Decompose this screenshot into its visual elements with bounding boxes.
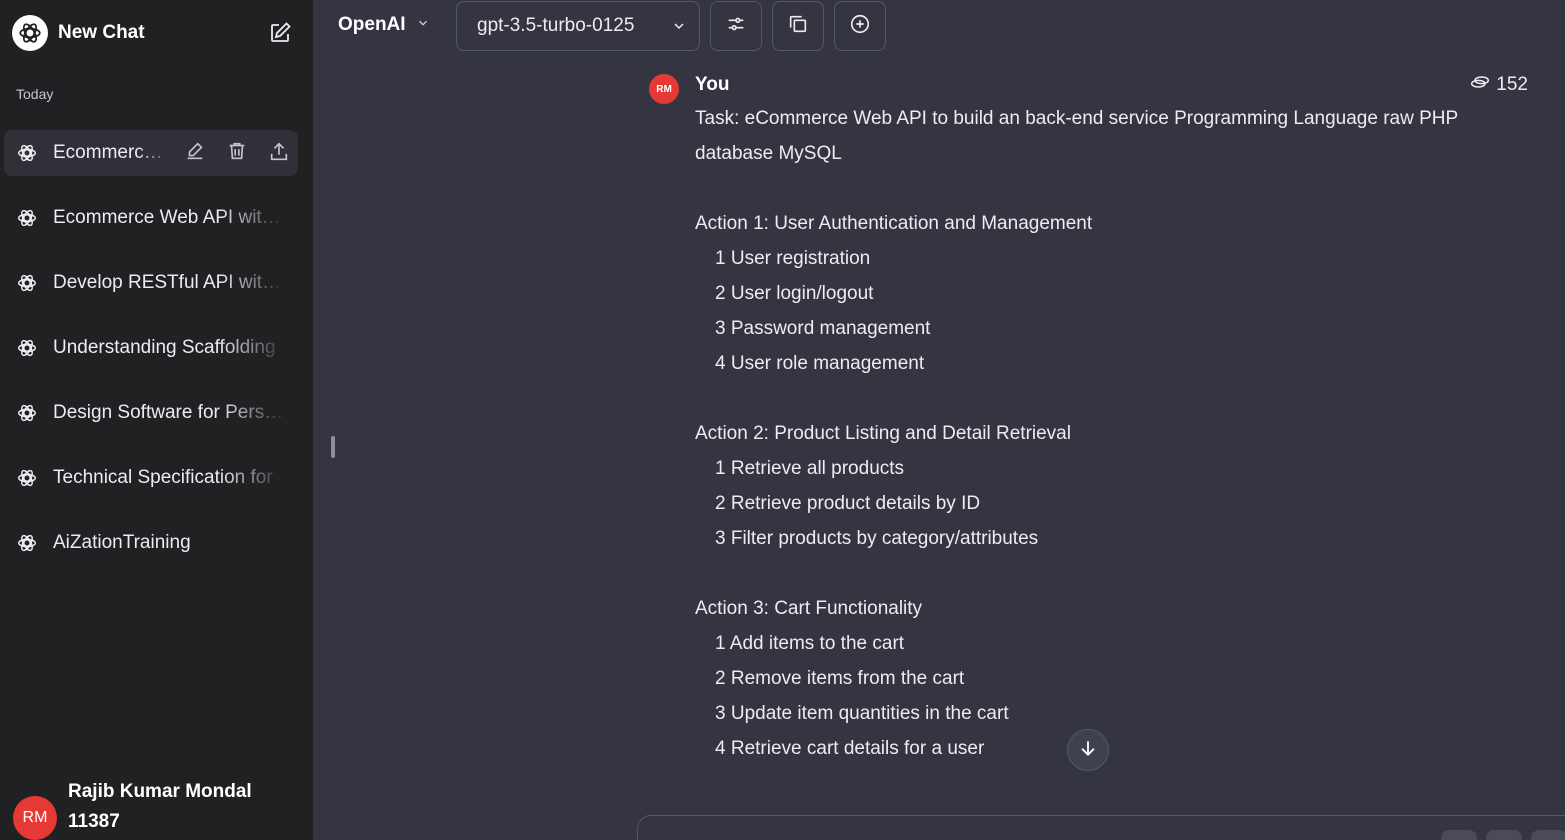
message-line: 1 Retrieve all products (715, 458, 905, 479)
conversation-item-active[interactable]: Ecommerce Web API with PHP (4, 130, 298, 176)
conversation-label: Understanding Scaffolding (53, 337, 276, 358)
openai-icon (16, 337, 38, 359)
plus-circle-icon (849, 13, 871, 40)
message-line: 3 Filter products by category/attributes (715, 528, 1039, 549)
openai-icon (16, 467, 38, 489)
scroll-to-bottom-button[interactable] (1067, 729, 1109, 771)
chevron-down-icon (671, 18, 687, 39)
token-count-value: 152 (1496, 74, 1528, 95)
send-button[interactable] (1531, 830, 1565, 840)
openai-icon (16, 402, 38, 424)
conversation-actions (184, 140, 292, 164)
message-input[interactable] (637, 815, 1565, 840)
copy-icon (787, 13, 809, 40)
message-line: database MySQL (695, 143, 842, 164)
copy-conversation-button[interactable] (772, 1, 824, 51)
model-label: gpt-3.5-turbo-0125 (477, 15, 635, 36)
message-line: Action 1: User Authentication and Manage… (695, 213, 1093, 234)
message-line: 1 Add items to the cart (715, 633, 905, 654)
sliders-icon (725, 13, 747, 40)
openai-icon (16, 207, 38, 229)
coins-icon (1470, 74, 1490, 96)
settings-sliders-button[interactable] (710, 1, 762, 51)
message-line: 3 Update item quantities in the cart (715, 703, 1009, 724)
conversation-item[interactable]: Understanding Scaffolding (4, 325, 298, 371)
user-credits: 11387 (68, 811, 120, 832)
sidebar: New Chat Today Ecommerce Web API with PH… (0, 0, 313, 840)
conversation-item[interactable]: Technical Specification for (4, 455, 298, 501)
message-author: You (695, 74, 730, 95)
message-avatar: RM (649, 74, 679, 104)
conversation-item[interactable]: Ecommerce Web API with PHP (4, 195, 298, 241)
conversation-label: Develop RESTful API with PHP (53, 272, 288, 293)
provider-label: OpenAI (338, 14, 406, 35)
chevron-down-icon (416, 16, 430, 35)
compose-icon[interactable] (268, 21, 292, 45)
message-line: 2 Remove items from the cart (715, 668, 965, 689)
message-line: 4 Retrieve cart details for a user (715, 738, 985, 759)
model-selector[interactable]: gpt-3.5-turbo-0125 (456, 1, 700, 51)
conversation-label: Ecommerce Web API with PHP (53, 207, 288, 228)
message-body: Task: eCommerce Web API to build an back… (695, 101, 1535, 766)
conversation-label: Design Software for Personal (53, 402, 288, 423)
openai-logo-icon (12, 15, 48, 51)
provider-selector[interactable]: OpenAI (338, 14, 430, 36)
conversation-list: Ecommerce Web API with PHP (4, 130, 298, 585)
voice-button[interactable] (1486, 830, 1522, 840)
message-line: 2 User login/logout (715, 283, 874, 304)
attach-button[interactable] (1441, 830, 1477, 840)
new-chat-plus-button[interactable] (834, 1, 886, 51)
message-line: Action 3: Cart Functionality (695, 598, 923, 619)
conversation-item[interactable]: Design Software for Personal (4, 390, 298, 436)
message-line: 1 User registration (715, 248, 871, 269)
new-chat-label[interactable]: New Chat (58, 22, 145, 44)
arrow-down-icon (1078, 738, 1098, 763)
message-line: 4 User role management (715, 353, 925, 374)
user-profile[interactable]: RM Rajib Kumar Mondal 11387 (12, 770, 302, 840)
message-line: Task: eCommerce Web API to build an back… (695, 108, 1459, 129)
openai-icon (16, 272, 38, 294)
message-line: Action 2: Product Listing and Detail Ret… (695, 423, 1071, 444)
avatar: RM (13, 796, 57, 840)
conversation-item[interactable]: Develop RESTful API with PHP (4, 260, 298, 306)
conversation-label: Technical Specification for (53, 467, 273, 488)
user-name: Rajib Kumar Mondal (68, 781, 252, 802)
sidebar-resize-handle[interactable] (331, 436, 335, 458)
message-line: 3 Password management (715, 318, 931, 339)
message-line: 2 Retrieve product details by ID (715, 493, 981, 514)
rename-pencil-icon[interactable] (184, 140, 208, 164)
conversation-item[interactable]: AiZationTraining (4, 520, 298, 566)
conversation-label: Ecommerce Web API with PHP (53, 142, 173, 163)
section-label-today: Today (16, 86, 54, 102)
share-export-icon[interactable] (268, 140, 292, 164)
delete-trash-icon[interactable] (226, 140, 250, 164)
token-count: 152 (1470, 74, 1528, 96)
new-chat-row[interactable]: New Chat (12, 14, 292, 52)
conversation-label: AiZationTraining (53, 532, 191, 553)
openai-icon (16, 142, 38, 164)
openai-icon (16, 532, 38, 554)
